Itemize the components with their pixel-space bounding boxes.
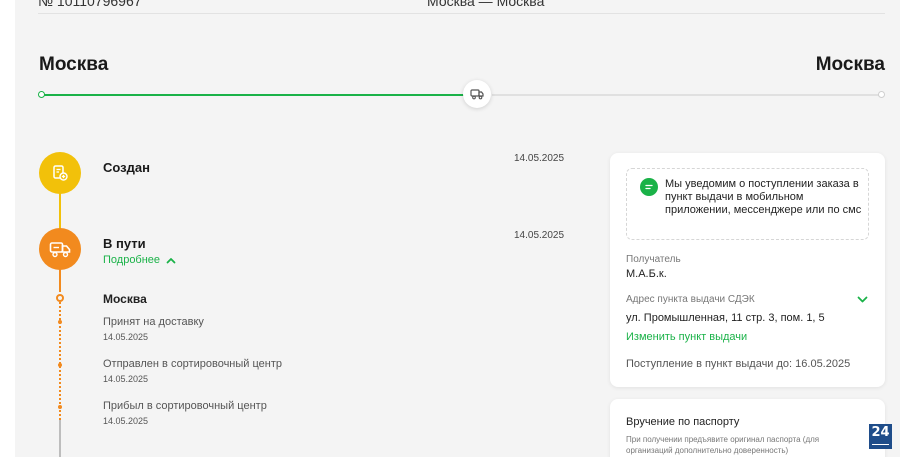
chevron-up-icon — [166, 257, 176, 263]
order-header-strip: № 10110796967 Москва — Москва — [15, 0, 900, 14]
step-created-marker — [39, 152, 81, 194]
change-pickup-point-link[interactable]: Изменить пункт выдачи — [626, 331, 747, 343]
truck-icon — [470, 89, 484, 100]
step-created-date: 14.05.2025 — [514, 153, 565, 164]
event-date: 14.05.2025 — [103, 374, 149, 384]
timeline-pending-connector — [59, 420, 61, 457]
step-in-transit-title: В пути — [103, 236, 146, 251]
location-marker — [56, 294, 64, 302]
route-end-dot — [878, 91, 885, 98]
recipient-value: М.А.Б.к. — [626, 268, 667, 280]
event-label: Прибыл в сортировочный центр — [103, 400, 267, 412]
delivery-info-card: Мы уведомим о поступлении заказа в пункт… — [610, 153, 885, 387]
recipient-label: Получатель — [626, 254, 681, 265]
route-to-city: Москва — [815, 54, 885, 75]
notification-notice: Мы уведомим о поступлении заказа в пункт… — [626, 168, 869, 240]
route-summary: Москва — Москва — [427, 0, 545, 9]
event-label: Отправлен в сортировочный центр — [103, 358, 283, 370]
event-location: Москва — [103, 292, 147, 306]
step-in-transit-marker — [39, 228, 81, 270]
passport-text: При получении предъявите оригинал паспор… — [626, 435, 820, 455]
order-number: № 10110796967 — [38, 0, 142, 9]
event-label: Принят на доставку — [103, 316, 204, 328]
chevron-down-icon[interactable] — [857, 296, 868, 303]
arrival-deadline: Поступление в пункт выдачи до: 16.05.202… — [626, 358, 851, 370]
header-divider — [38, 13, 885, 14]
event-date: 14.05.2025 — [103, 332, 149, 342]
address-label: Адрес пункта выдачи СДЭК — [626, 294, 755, 305]
passport-title: Вручение по паспорту — [626, 416, 740, 428]
event-date: 14.05.2025 — [103, 416, 149, 426]
truck-position-marker — [463, 80, 491, 108]
step-created-title: Создан — [103, 160, 150, 175]
details-toggle-link[interactable]: Подробнее — [103, 254, 176, 266]
event-marker — [58, 363, 62, 367]
route-start-dot — [38, 91, 45, 98]
passport-card: Вручение по паспорту При получении предъ… — [610, 399, 885, 457]
notification-text: Мы уведомим о поступлении заказа в пункт… — [665, 178, 862, 216]
route-progress-done — [41, 94, 464, 96]
step-in-transit-date: 14.05.2025 — [514, 230, 565, 241]
route-progress-remaining — [492, 94, 883, 96]
details-toggle-label: Подробнее — [103, 254, 161, 266]
site-badge-logo: 24 — [869, 424, 892, 449]
address-value: ул. Промышленная, 11 стр. 3, пом. 1, 5 — [626, 312, 825, 324]
route-from-city: Москва — [39, 54, 109, 75]
event-marker — [58, 320, 62, 324]
document-plus-icon — [53, 165, 68, 181]
event-marker — [58, 405, 62, 409]
truck-icon — [49, 242, 71, 258]
tracking-page: № 10110796967 Москва — Москва Москва Мос… — [15, 0, 900, 457]
chat-icon — [640, 178, 658, 196]
